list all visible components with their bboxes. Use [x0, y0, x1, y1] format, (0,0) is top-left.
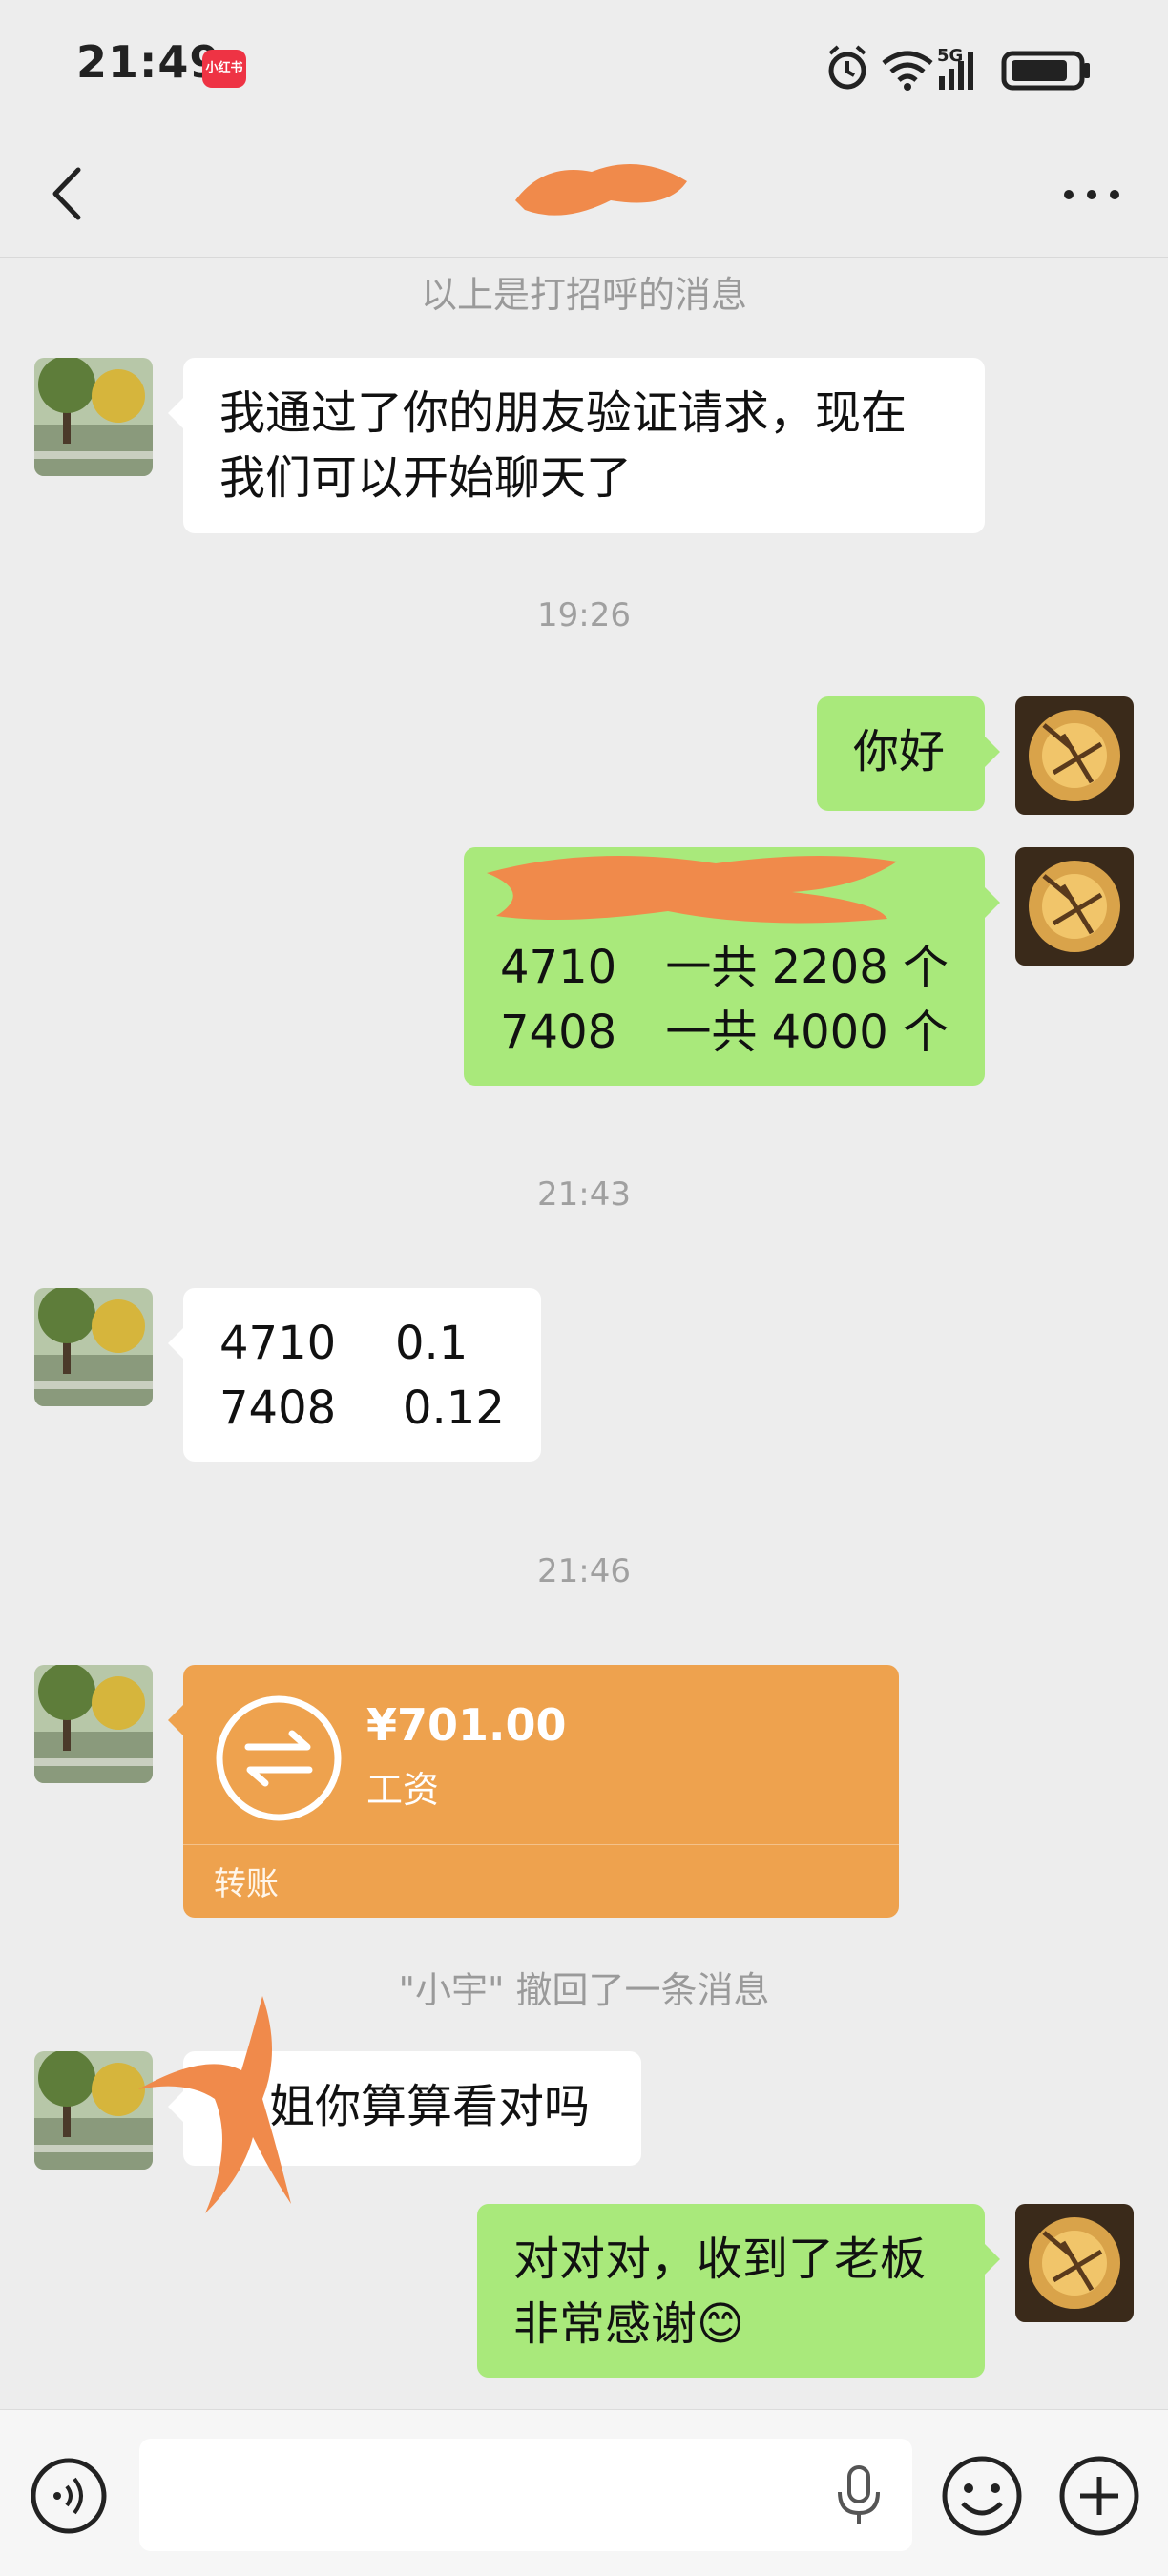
avatar-image — [34, 1665, 153, 1783]
unit-rate: 0.1 — [395, 1317, 469, 1370]
my-avatar[interactable] — [1015, 696, 1134, 815]
timestamp: 21:46 — [537, 1552, 631, 1590]
product-total: 一共 4000 个 — [665, 1006, 949, 1059]
emoji-icon — [942, 2456, 1022, 2536]
product-code: 4710 — [500, 941, 617, 994]
message-row: 7408 一共 4000 个 — [500, 1000, 949, 1065]
voice-icon — [31, 2458, 107, 2534]
outgoing-message[interactable]: 4710 一共 2208 个 7408 一共 4000 个 — [464, 847, 1000, 1086]
product-code: 7408 — [500, 1006, 617, 1059]
message-line: 我通过了你的朋友验证请求，现在 — [219, 386, 907, 440]
more-button[interactable] — [1053, 160, 1130, 227]
avatar-image — [1015, 696, 1134, 815]
unit-rate: 0.12 — [403, 1381, 505, 1435]
emoji-button[interactable] — [940, 2454, 1024, 2538]
divider — [183, 1844, 899, 1845]
timestamp: 19:26 — [537, 596, 631, 634]
microphone-icon — [838, 2465, 880, 2524]
outgoing-message[interactable]: 对对对，收到了老板 非常感谢😊 — [477, 2204, 1000, 2378]
contact-avatar[interactable] — [34, 1665, 153, 1783]
product-total: 一共 2208 个 — [665, 941, 949, 994]
app-badge-icon: 小红书 — [202, 50, 246, 88]
my-avatar[interactable] — [1015, 2204, 1134, 2322]
message-line: 我们可以开始聊天了 — [219, 451, 633, 505]
status-icons: 5G — [824, 42, 1101, 95]
message-row: 4710 一共 2208 个 — [500, 935, 949, 1000]
message-row: 7408 0.12 — [219, 1376, 505, 1441]
avatar-image — [34, 358, 153, 476]
status-bar: 21:49 小红书 5G — [0, 0, 1168, 134]
status-time: 21:49 — [76, 36, 221, 88]
back-button[interactable] — [38, 160, 105, 227]
message-line: 非常感谢😊 — [513, 2297, 745, 2351]
contact-avatar[interactable] — [34, 2051, 153, 2170]
incoming-message[interactable]: 姐你算算看对吗 — [168, 2051, 641, 2166]
incoming-message[interactable]: 4710 0.1 7408 0.12 — [168, 1288, 541, 1462]
transfer-amount: ¥701.00 — [366, 1699, 567, 1751]
chat-message-list[interactable]: 以上是打招呼的消息 我通过了你的朋友验证请求，现在 我们可以开始聊天了 19:2… — [0, 258, 1168, 2409]
more-dots-icon — [1064, 190, 1119, 199]
mic-button[interactable] — [830, 2462, 887, 2528]
incoming-message[interactable]: 我通过了你的朋友验证请求，现在 我们可以开始聊天了 — [168, 358, 985, 533]
more-functions-button[interactable] — [1057, 2454, 1141, 2538]
message-input[interactable] — [139, 2439, 912, 2551]
message-row: 4710 0.1 — [219, 1311, 505, 1376]
battery-icon — [1001, 51, 1090, 91]
message-line: 对对对，收到了老板 — [513, 2233, 927, 2286]
wifi-icon — [882, 51, 933, 91]
transfer-label: 转账 — [214, 1865, 279, 1903]
chevron-left-icon — [52, 167, 81, 220]
my-avatar[interactable] — [1015, 847, 1134, 966]
avatar-image — [34, 1288, 153, 1406]
timestamp: 21:43 — [537, 1175, 631, 1214]
recall-notice: "小宇" 撤回了一条消息 — [398, 1969, 770, 2011]
voice-toggle-button[interactable] — [29, 2456, 109, 2536]
avatar-image — [1015, 847, 1134, 966]
message-text: 姐你算算看对吗 — [269, 2080, 591, 2133]
transfer-note: 工资 — [366, 1769, 440, 1811]
chat-title-redaction — [506, 143, 697, 239]
avatar-image — [1015, 2204, 1134, 2322]
input-bar — [0, 2409, 1168, 2576]
contact-avatar[interactable] — [34, 358, 153, 476]
product-code: 7408 — [219, 1381, 337, 1435]
greeting-notice: 以上是打招呼的消息 — [420, 274, 747, 316]
alarm-icon — [828, 45, 866, 90]
contact-avatar[interactable] — [34, 1288, 153, 1406]
message-text: 你好 — [853, 725, 946, 779]
transfer-icon — [216, 1695, 342, 1821]
transfer-card[interactable]: ¥701.00 工资 转账 — [168, 1665, 899, 1918]
chat-header — [0, 134, 1168, 258]
plus-icon — [1059, 2456, 1139, 2536]
avatar-image — [34, 2051, 153, 2170]
outgoing-message[interactable]: 你好 — [817, 696, 1000, 811]
product-code: 4710 — [219, 1317, 337, 1370]
